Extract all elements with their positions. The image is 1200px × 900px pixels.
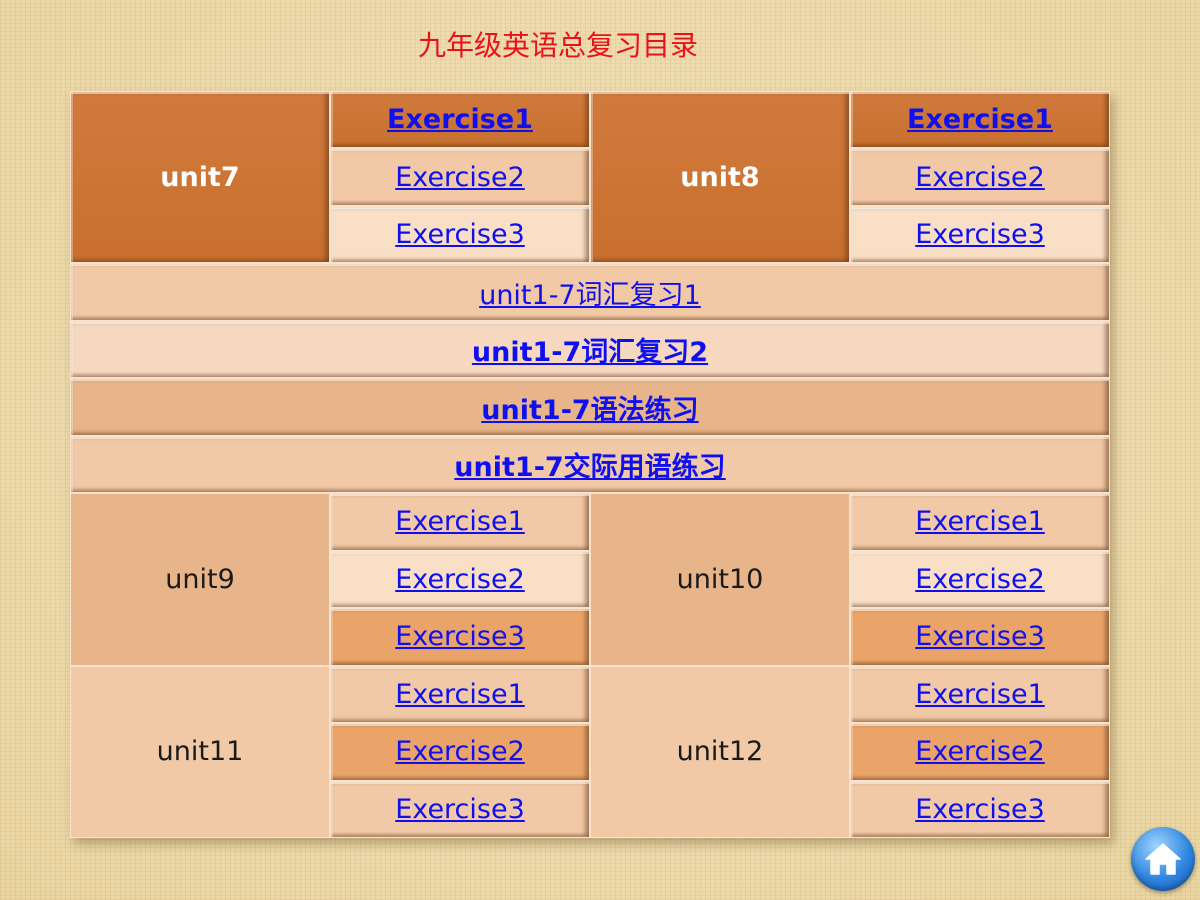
unit-label: unit12 — [590, 665, 850, 838]
exercise-link[interactable]: Exercise3 — [915, 621, 1045, 652]
review-link[interactable]: unit1-7词汇复习2 — [472, 330, 708, 369]
exercise-link[interactable]: Exercise3 — [395, 794, 525, 825]
exercise-link[interactable]: Exercise2 — [915, 564, 1045, 595]
review-menu-grid: unit7 Exercise1 unit8 Exercise1 Exercise… — [70, 91, 1110, 838]
unit-label-text: unit11 — [156, 736, 244, 768]
review-row[interactable]: unit1-7语法练习 — [70, 378, 1110, 436]
exercise-link[interactable]: Exercise3 — [395, 621, 525, 652]
page-title: 九年级英语总复习目录 — [417, 29, 698, 62]
exercise-cell[interactable]: Exercise3 — [850, 780, 1110, 838]
review-row[interactable]: unit1-7交际用语练习 — [70, 435, 1110, 494]
exercise-link[interactable]: Exercise2 — [395, 564, 525, 595]
unit-label-text: unit9 — [165, 563, 235, 595]
unit-label: unit9 — [70, 493, 330, 666]
exercise-cell[interactable]: Exercise2 — [850, 550, 1110, 609]
exercise-link[interactable]: Exercise1 — [395, 679, 525, 710]
exercise-cell[interactable]: Exercise2 — [850, 148, 1110, 206]
exercise-cell[interactable]: Exercise1 — [850, 493, 1110, 551]
review-link[interactable]: unit1-7词汇复习1 — [479, 273, 701, 312]
exercise-cell[interactable]: Exercise1 — [330, 665, 590, 724]
home-icon — [1145, 843, 1181, 875]
exercise-cell[interactable]: Exercise2 — [330, 148, 590, 206]
exercise-link[interactable]: Exercise1 — [395, 506, 525, 537]
exercise-cell[interactable]: Exercise1 — [850, 91, 1110, 149]
exercise-link[interactable]: Exercise1 — [915, 506, 1045, 537]
exercise-link[interactable]: Exercise3 — [915, 219, 1045, 250]
unit-label: unit11 — [70, 665, 330, 838]
exercise-link[interactable]: Exercise2 — [395, 162, 525, 193]
unit-label: unit10 — [590, 493, 850, 666]
exercise-cell[interactable]: Exercise3 — [850, 608, 1110, 666]
exercise-cell[interactable]: Exercise1 — [330, 91, 590, 149]
review-link[interactable]: unit1-7语法练习 — [481, 388, 698, 427]
exercise-link[interactable]: Exercise2 — [915, 162, 1045, 193]
review-row[interactable]: unit1-7词汇复习1 — [70, 263, 1110, 321]
exercise-cell[interactable]: Exercise1 — [850, 665, 1110, 724]
unit-label-text: unit8 — [680, 161, 760, 193]
exercise-cell[interactable]: Exercise2 — [330, 723, 590, 781]
review-row[interactable]: unit1-7词汇复习2 — [70, 320, 1110, 379]
exercise-link[interactable]: Exercise2 — [395, 736, 525, 767]
review-link[interactable]: unit1-7交际用语练习 — [454, 445, 725, 484]
exercise-cell[interactable]: Exercise3 — [330, 608, 590, 666]
exercise-cell[interactable]: Exercise2 — [330, 550, 590, 609]
exercise-link[interactable]: Exercise1 — [907, 104, 1053, 135]
exercise-link[interactable]: Exercise3 — [915, 794, 1045, 825]
unit-label-text: unit10 — [676, 563, 764, 595]
exercise-cell[interactable]: Exercise3 — [330, 205, 590, 264]
unit-label-text: unit7 — [160, 161, 240, 193]
home-button[interactable] — [1131, 827, 1195, 891]
exercise-link[interactable]: Exercise2 — [915, 736, 1045, 767]
exercise-link[interactable]: Exercise1 — [387, 104, 533, 135]
exercise-cell[interactable]: Exercise3 — [330, 780, 590, 838]
unit-label: unit8 — [590, 91, 850, 264]
exercise-cell[interactable]: Exercise2 — [850, 723, 1110, 781]
exercise-cell[interactable]: Exercise3 — [850, 205, 1110, 264]
unit-label: unit7 — [70, 91, 330, 264]
exercise-cell[interactable]: Exercise1 — [330, 493, 590, 551]
exercise-link[interactable]: Exercise1 — [915, 679, 1045, 710]
unit-label-text: unit12 — [676, 736, 764, 768]
exercise-link[interactable]: Exercise3 — [395, 219, 525, 250]
